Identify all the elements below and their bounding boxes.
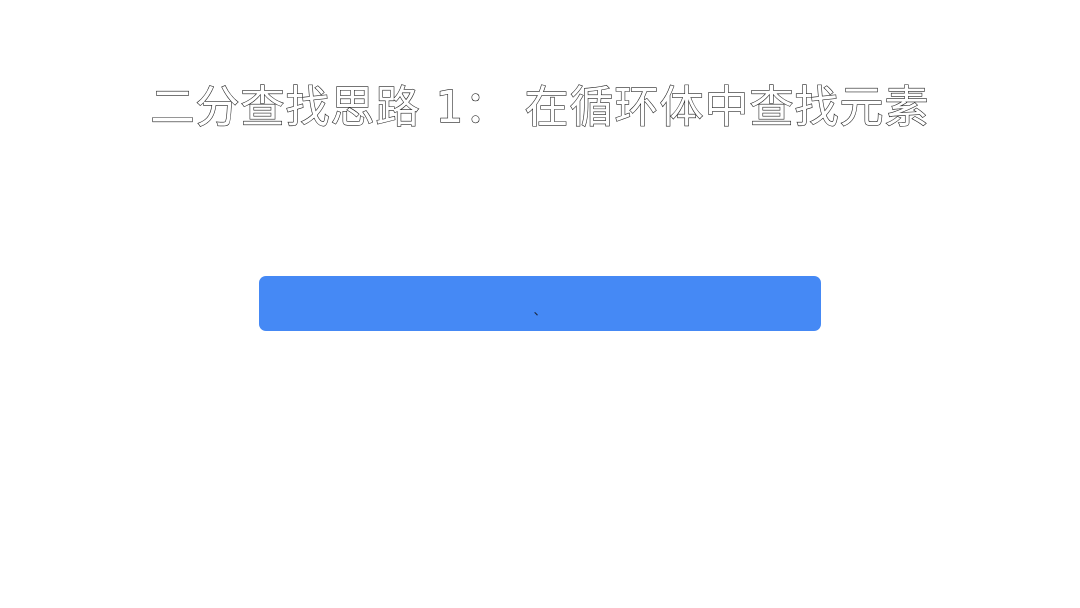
accent-bar-text: 、 bbox=[533, 304, 547, 319]
accent-bar: 、 bbox=[259, 276, 821, 331]
slide-title: 二分查找思路 1： 在循环体中查找元素 bbox=[150, 81, 930, 133]
slide: 二分查找思路 1： 在循环体中查找元素 、 bbox=[0, 0, 1080, 608]
